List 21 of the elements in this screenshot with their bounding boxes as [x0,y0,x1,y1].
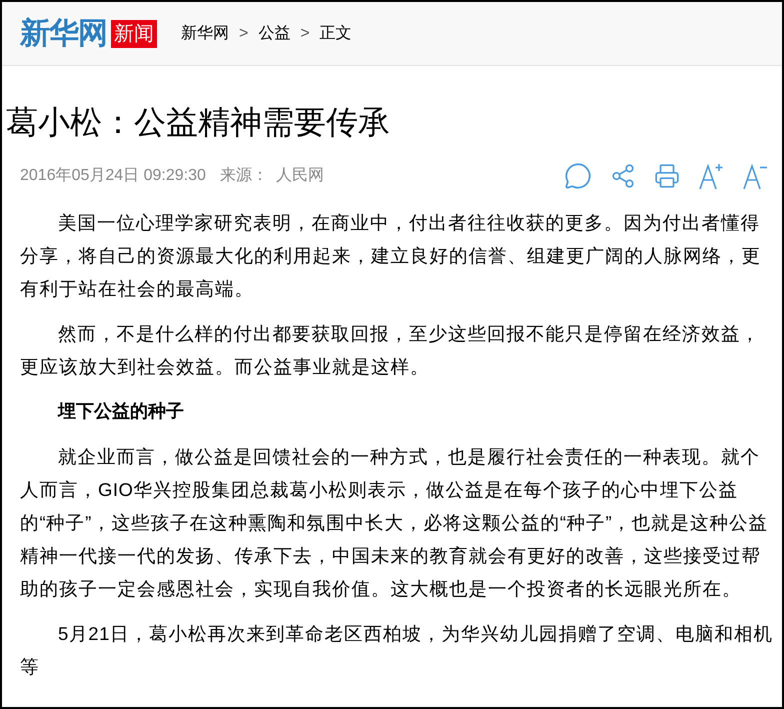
section-heading: 埋下公益的种子 [56,400,185,423]
article-title: 葛小松：公益精神需要传承 [6,106,391,138]
source-name: 人民网 [276,166,324,186]
news-badge: 新闻 [111,20,157,48]
print-icon[interactable] [654,163,680,189]
paragraph: 就企业而言，做公益是回馈社会的一种方式，也是履行社会责任的一种表现。就个人而言，GIO华兴控股集团总裁葛小松则表示，做公益是在每个孩子的心中埋下公益的“种子”，这些孩子在这种熏陶和氛围中长大，必将这颗公益的“种子”，也就是这种公益精神一代接一代的发扬、传承下去，中国未来的教育就会有更好的改善，这些接受过帮助的孩子一定会感恩社会，实现自我价值。这大概也是一个投资者的长远眼光所在。 [20,445,770,601]
font-increase-icon[interactable] [698,162,724,190]
paragraph: 美国一位心理学家研究表明，在商业中，付出者往往收获的更多。因为付出者懂得分享，将自己的资源最大化的利用起来，建立良好的信誉、组建更广阔的人脉网络，更有利于站在社会的最高端。 [20,211,762,301]
breadcrumb-link[interactable]: 新华网 [181,22,229,46]
breadcrumb-link[interactable]: 公益 [258,22,290,46]
site-logo[interactable]: 新华网 [20,18,107,48]
publish-date: 2016年05月24日 09:29:30 [20,166,206,186]
breadcrumb-link[interactable]: 正文 [320,22,352,46]
paragraph: 5月21日，葛小松再次来到革命老区西柏坡，为华兴幼儿园捐赠了空调、电脑和相机等 [20,622,774,679]
breadcrumb-separator: > [300,24,310,44]
source-label: 来源： [220,166,268,186]
share-icon[interactable] [610,163,636,189]
comment-icon[interactable] [564,162,592,190]
paragraph: 然而，不是什么样的付出都要获取回报，至少这些回报不能只是停留在经济效益，更应该放大到社会效益。而公益事业就是这样。 [20,322,761,379]
breadcrumb-separator: > [239,24,248,44]
font-decrease-icon[interactable] [742,162,768,190]
